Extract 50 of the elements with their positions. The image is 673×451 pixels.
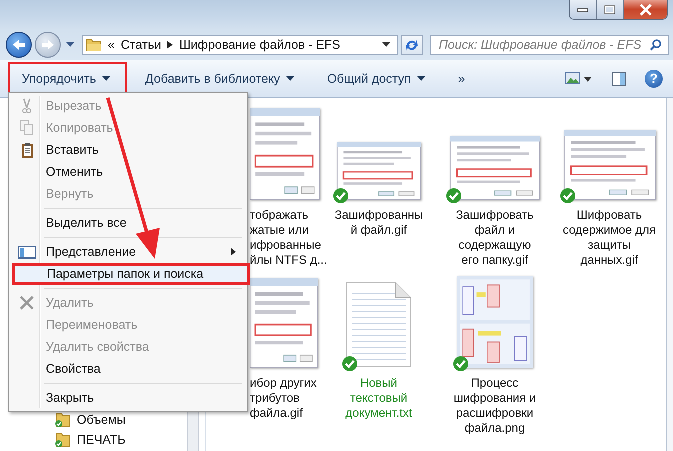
close-button[interactable] <box>624 0 667 19</box>
view-options-button[interactable] <box>565 72 593 86</box>
toolbar-menu-button[interactable]: Добавить в библиотеку <box>131 62 310 96</box>
file-name[interactable]: Зашифровать файл и содержащую его папку.gif <box>456 208 534 268</box>
caret-icon <box>417 76 426 81</box>
maximize-icon <box>604 4 616 14</box>
close-icon <box>638 4 652 16</box>
menu-item[interactable]: Вставить <box>12 139 244 161</box>
menu-item[interactable]: Отменить <box>12 161 244 183</box>
maximize-button[interactable] <box>597 0 624 19</box>
minimize-icon <box>577 6 589 12</box>
toolbar-menu-button[interactable]: Общий доступ <box>313 62 440 96</box>
more-button[interactable]: » <box>444 62 480 96</box>
menu-item[interactable]: Свойства <box>12 358 244 380</box>
breadcrumb[interactable]: Статьи <box>120 38 162 52</box>
submenu-arrow-icon <box>231 248 236 256</box>
nav-item[interactable]: ПЕЧАТЬ <box>54 431 126 449</box>
folder-icon <box>54 432 72 448</box>
search-icon <box>650 39 662 51</box>
file-name[interactable]: Новый текстовый документ.txt <box>346 376 412 421</box>
breadcrumb[interactable]: Шифрование файлов - EFS <box>179 38 341 52</box>
caret-icon <box>102 76 112 81</box>
folder-icon <box>86 37 102 53</box>
copy-icon <box>18 119 36 137</box>
refresh-icon <box>405 38 419 52</box>
caret-icon <box>286 76 296 81</box>
minimize-button[interactable] <box>570 0 597 19</box>
forward-arrow-icon <box>41 39 55 51</box>
file-name[interactable]: тображать жатые или ифрованные йлы NTFS д... <box>250 208 328 268</box>
back-arrow-icon <box>12 39 26 51</box>
file-name[interactable]: ибор других трибутов файла.gif <box>250 376 317 421</box>
preview-pane-button[interactable] <box>611 70 627 86</box>
address-bar[interactable]: « Статьи Шифрование файлов - EFS <box>82 35 398 55</box>
back-button[interactable] <box>6 32 32 58</box>
cross-icon <box>18 294 36 312</box>
menu-item[interactable]: Параметры папок и поиска <box>12 263 250 285</box>
file-name[interactable]: Процесс шифрования и расшифровки файла.png <box>454 376 536 436</box>
menu-item[interactable]: Выделить все <box>12 212 244 234</box>
menu-item[interactable]: Закрыть <box>12 387 244 409</box>
dropdown-icon <box>382 42 391 48</box>
history-dropdown-icon[interactable] <box>66 42 75 48</box>
file-name[interactable]: Шифровать содержимое для защиты данных.gif <box>562 208 656 268</box>
chevron-icon <box>167 41 174 49</box>
refresh-button[interactable] <box>401 35 423 55</box>
overflow-link[interactable]: « <box>108 38 115 52</box>
search-field[interactable]: Поиск: Шифрование файлов - EFS <box>430 35 669 55</box>
file-name[interactable]: Зашифрованны й файл.gif <box>334 208 424 238</box>
scrollbar[interactable] <box>666 98 673 451</box>
text-document-icon <box>346 282 412 368</box>
nav-item[interactable]: Объемы <box>54 411 126 429</box>
